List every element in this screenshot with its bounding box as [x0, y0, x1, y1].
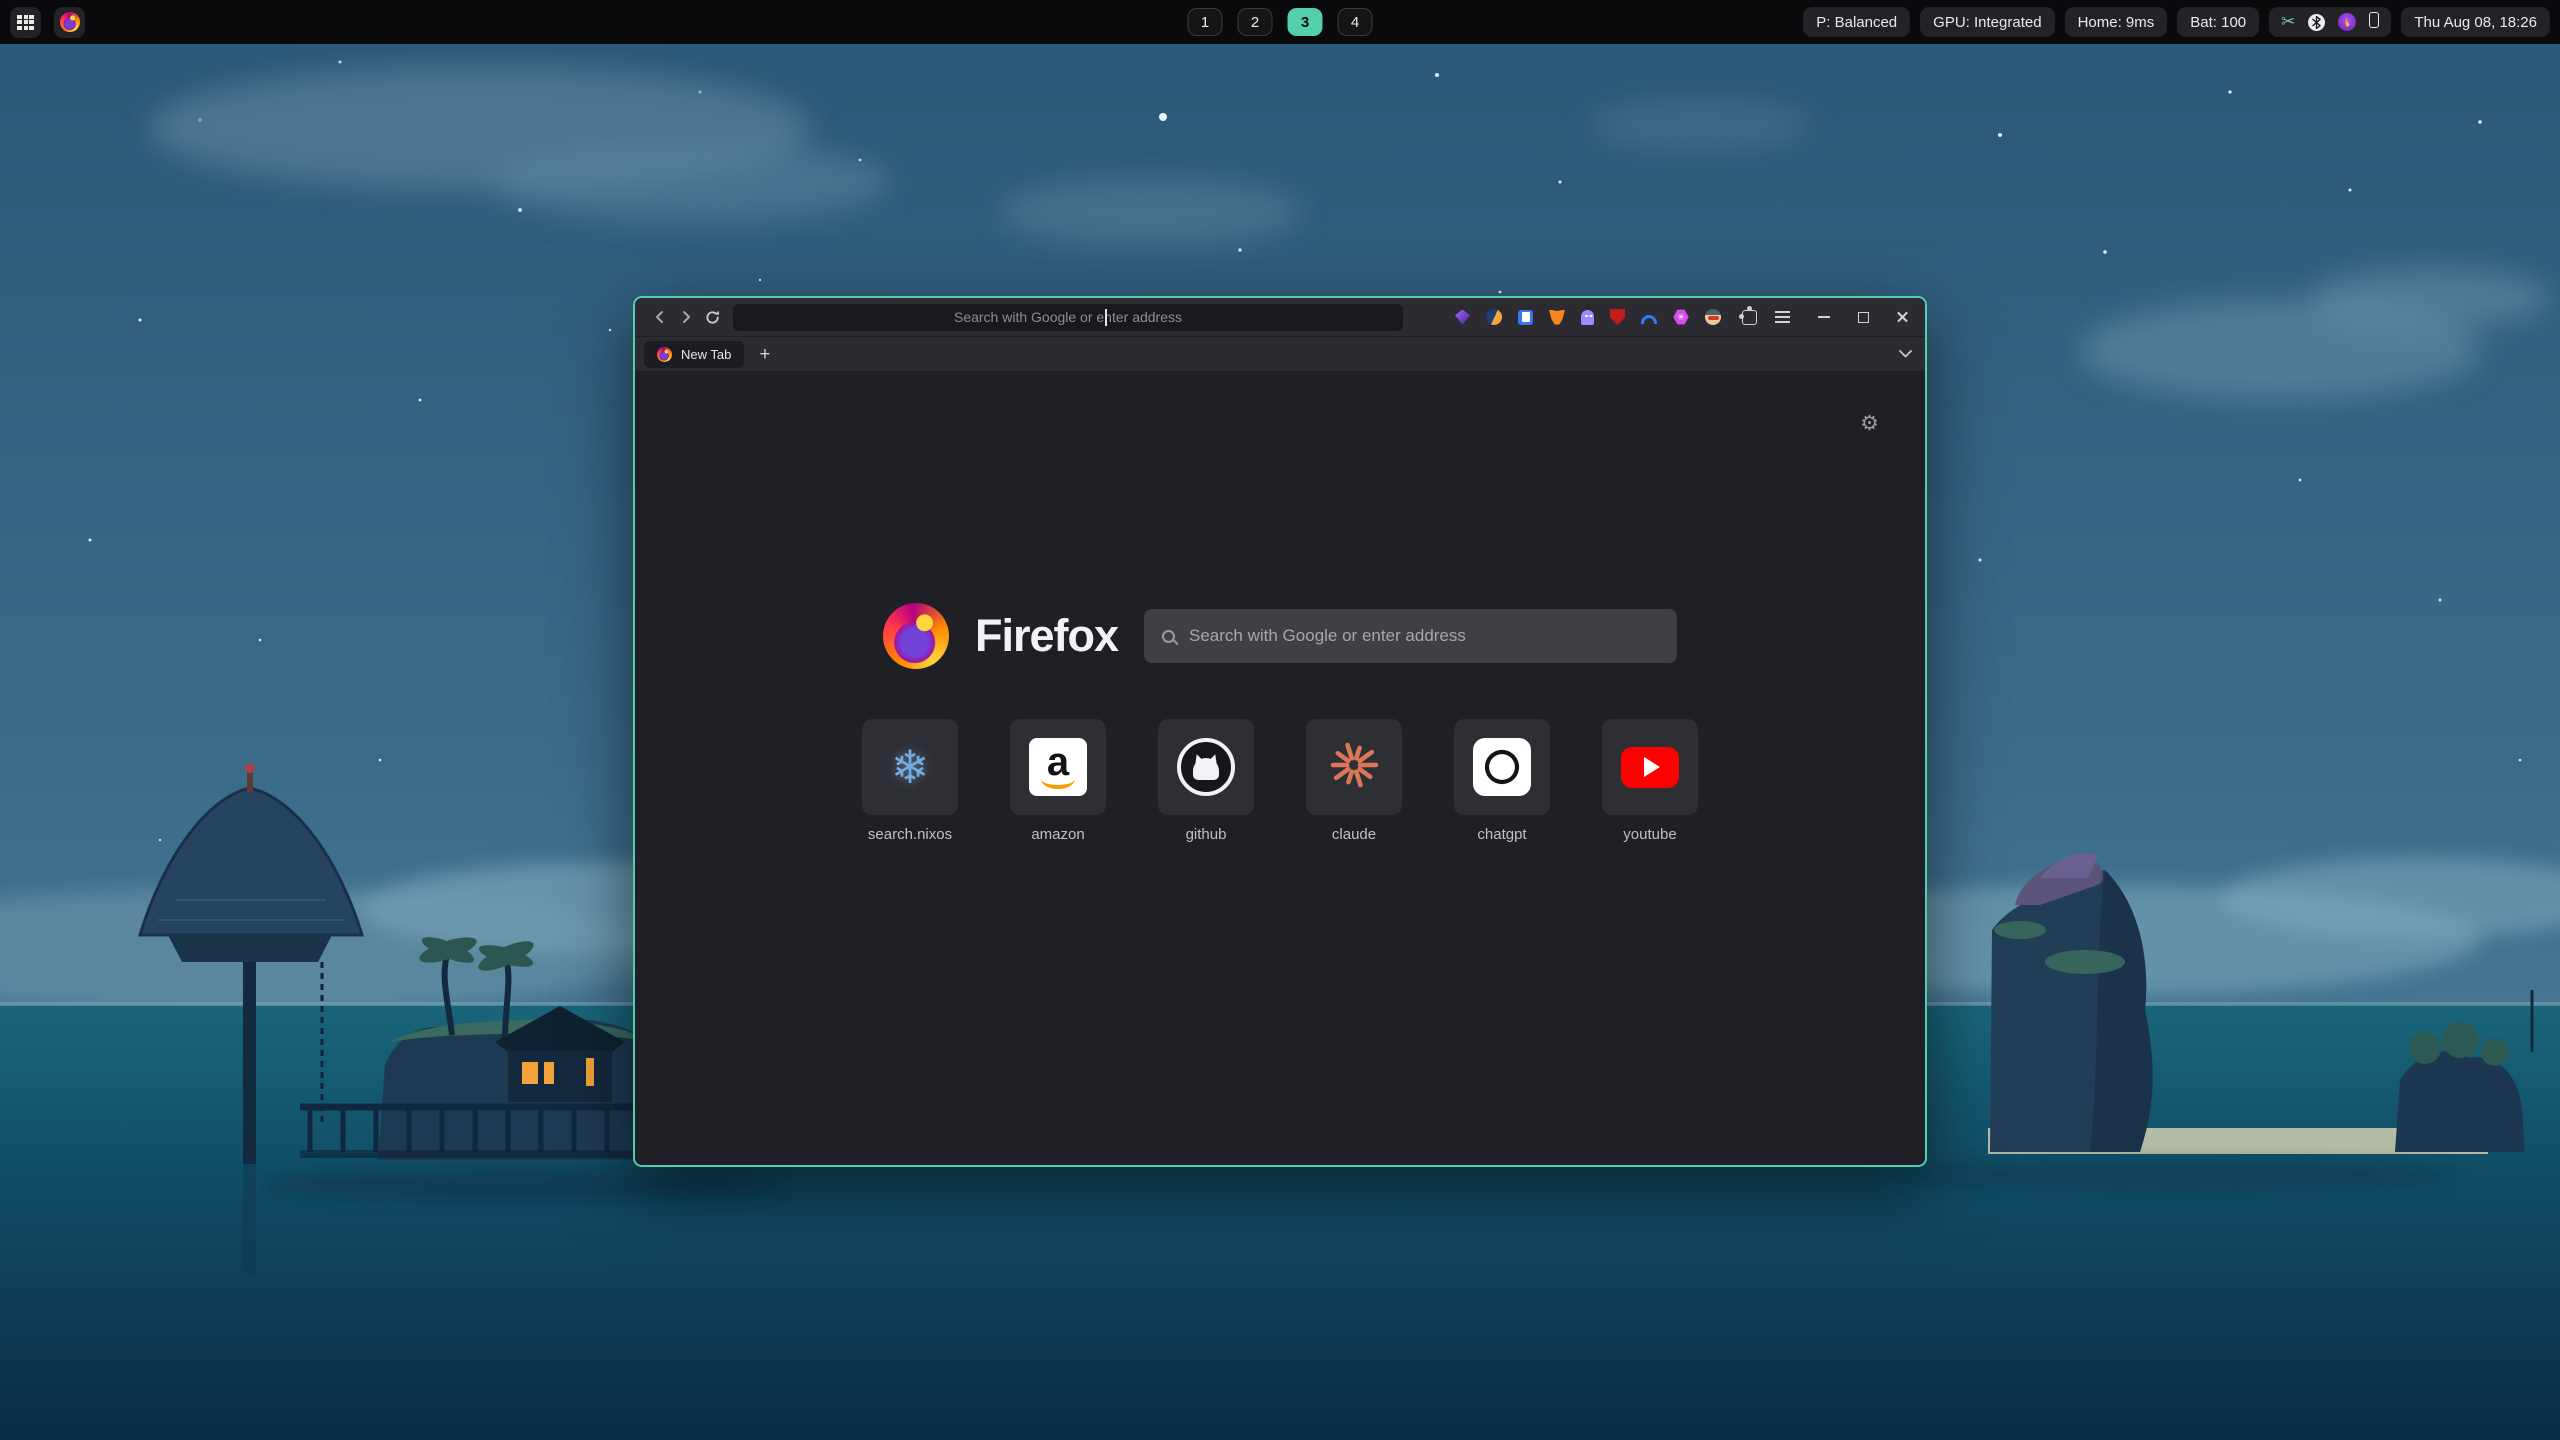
ublock-origin-extension-icon[interactable] [1610, 309, 1625, 325]
newtab-hero: Firefox [883, 603, 1677, 669]
shortcut-claude[interactable]: claude [1304, 719, 1404, 843]
reload-button[interactable] [699, 304, 725, 330]
workspace-button-2[interactable]: 2 [1238, 8, 1273, 36]
app-grid-icon [17, 15, 34, 30]
workspace-button-3[interactable]: 3 [1288, 8, 1323, 36]
status-area: P: Balanced GPU: Integrated Home: 9ms Bat: … [1803, 7, 2550, 37]
password-manager-extension-icon[interactable] [1518, 310, 1533, 325]
shortcut-tile [1454, 719, 1550, 815]
shortcut-label: chatgpt [1477, 826, 1526, 843]
github-octocat-icon [1177, 738, 1235, 796]
ghostery-ghost-extension-icon[interactable] [1581, 310, 1594, 325]
newtab-search-bar[interactable] [1144, 609, 1677, 663]
shortcut-label: claude [1332, 826, 1376, 843]
maximize-button[interactable] [1852, 306, 1874, 328]
shortcut-tile: ❄ [862, 719, 958, 815]
firefox-icon [60, 12, 80, 32]
clock[interactable]: Thu Aug 08, 18:26 [2401, 7, 2550, 37]
tab-bar: New Tab + [635, 336, 1925, 371]
url-bar[interactable] [733, 304, 1403, 331]
workspace-button-4[interactable]: 4 [1338, 8, 1373, 36]
shortcut-youtube[interactable]: youtube [1600, 719, 1700, 843]
url-input[interactable] [733, 304, 1403, 331]
shortcut-tile [1602, 719, 1698, 815]
goggles-avatar-extension-icon[interactable] [1705, 309, 1721, 325]
extensions-puzzle-button[interactable] [1741, 309, 1758, 326]
status-pill[interactable]: Home: 9ms [2065, 7, 2168, 37]
chatgpt-knot-icon [1473, 738, 1531, 796]
shortcut-label: amazon [1031, 826, 1084, 843]
status-pill[interactable]: GPU: Integrated [1920, 7, 2054, 37]
shortcut-tile [1158, 719, 1254, 815]
shortcut-label: search.nixos [868, 826, 952, 843]
text-caret [1105, 309, 1107, 326]
new-tab-page: ⚙ Firefox ❄ search.nixos a amazon github clau… [635, 371, 1925, 1165]
hexagon-asterisk-extension-icon[interactable] [1673, 309, 1689, 325]
shortcut-label: youtube [1623, 826, 1676, 843]
personalize-gear-icon[interactable]: ⚙ [1860, 413, 1879, 434]
newtab-search-input[interactable] [1189, 626, 1659, 646]
claude-starburst-icon [1327, 738, 1381, 797]
phone-icon[interactable] [2369, 12, 2379, 32]
extension-buttons [1455, 309, 1721, 325]
nixos-snowflake-icon: ❄ [891, 744, 930, 790]
workspace-button-1[interactable]: 1 [1188, 8, 1223, 36]
shortcut-search.nixos[interactable]: ❄ search.nixos [860, 719, 960, 843]
amazon-icon: a [1029, 738, 1087, 796]
search-icon [1162, 630, 1175, 643]
firefox-window: New Tab + ⚙ Firefox ❄ search.nixos a amazon… [633, 296, 1927, 1167]
toolbar-right [1741, 309, 1791, 326]
bluetooth-icon[interactable] [2308, 14, 2325, 31]
new-tab-button[interactable]: + [759, 345, 770, 364]
flame-icon[interactable] [2338, 13, 2356, 31]
list-all-tabs-button[interactable] [1899, 350, 1912, 358]
desktop: 1234 P: Balanced GPU: Integrated Home: 9ms… [0, 0, 2560, 1440]
scissors-icon[interactable]: ✂ [2281, 13, 2295, 31]
forward-button[interactable] [673, 304, 699, 330]
app-menu-button[interactable] [1774, 309, 1791, 326]
system-tray: ✂ [2269, 7, 2391, 37]
shortcut-amazon[interactable]: a amazon [1008, 719, 1108, 843]
browser-toolbar [635, 298, 1925, 336]
back-button[interactable] [647, 304, 673, 330]
shortcut-chatgpt[interactable]: chatgpt [1452, 719, 1552, 843]
tab-favicon [657, 347, 672, 362]
shortcut-label: github [1186, 826, 1227, 843]
status-pill[interactable]: Bat: 100 [2177, 7, 2259, 37]
shortcut-tile: a [1010, 719, 1106, 815]
workspace-switcher: 1234 [1188, 8, 1373, 36]
tab-label: New Tab [681, 347, 731, 362]
dark-reader-extension-icon[interactable] [1486, 309, 1502, 325]
vpn-arc-extension-icon[interactable] [1641, 315, 1657, 324]
minimize-button[interactable] [1813, 306, 1835, 328]
gem-extension-icon[interactable] [1455, 310, 1470, 325]
metamask-fox-extension-icon[interactable] [1549, 310, 1565, 325]
app-grid-launcher-button[interactable] [10, 7, 41, 38]
shortcut-github[interactable]: github [1156, 719, 1256, 843]
window-controls [1813, 306, 1913, 328]
firefox-logo [883, 603, 949, 669]
top-status-bar: 1234 P: Balanced GPU: Integrated Home: 9ms… [0, 0, 2560, 44]
firefox-wordmark: Firefox [975, 610, 1118, 662]
firefox-launcher-button[interactable] [54, 7, 85, 38]
shortcut-grid: ❄ search.nixos a amazon github claude chatgpt y… [635, 719, 1925, 843]
youtube-play-icon [1621, 747, 1679, 788]
tab-new-tab[interactable]: New Tab [644, 341, 744, 368]
close-button[interactable] [1891, 306, 1913, 328]
status-pill[interactable]: P: Balanced [1803, 7, 1910, 37]
shortcut-tile [1306, 719, 1402, 815]
